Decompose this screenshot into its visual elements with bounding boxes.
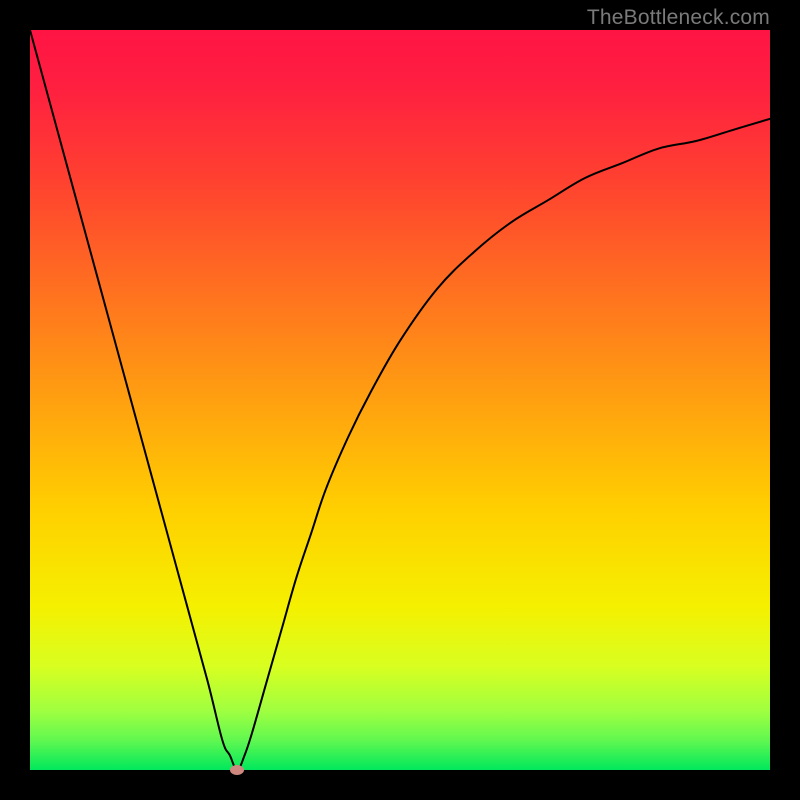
plot-area [30,30,770,770]
bottleneck-curve [30,30,770,770]
watermark-text: TheBottleneck.com [587,6,770,30]
optimum-marker-icon [230,765,244,775]
outer-frame: TheBottleneck.com [0,0,800,800]
